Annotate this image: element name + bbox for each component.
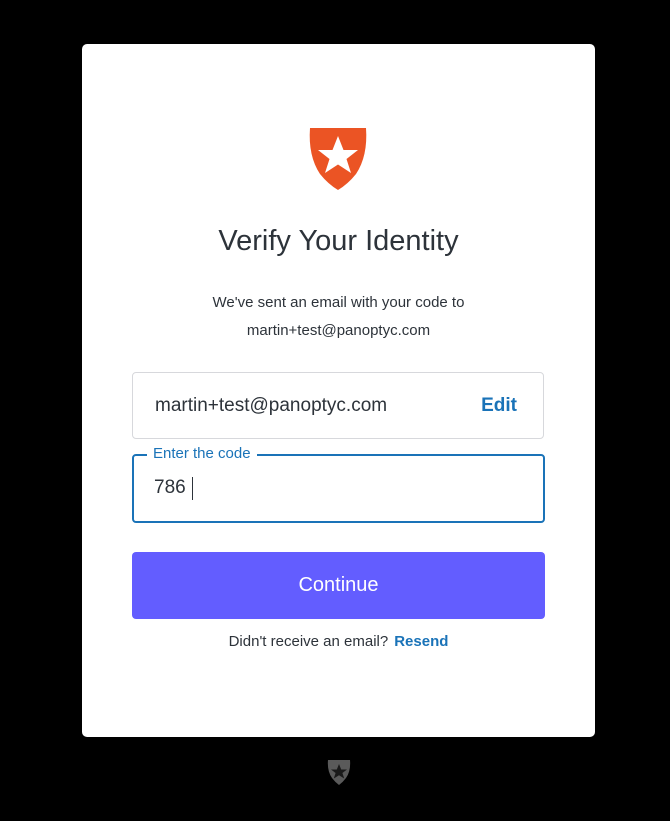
code-field[interactable]: Enter the code: [132, 445, 545, 523]
continue-button[interactable]: Continue: [132, 552, 545, 619]
code-field-label: Enter the code: [147, 445, 257, 463]
edit-email-link[interactable]: Edit: [481, 395, 517, 417]
page-title: Verify Your Identity: [218, 225, 459, 257]
verify-card: Verify Your Identity We've sent an email…: [82, 44, 595, 737]
resend-link[interactable]: Resend: [394, 633, 448, 650]
email-value: martin+test@panoptyc.com: [155, 394, 388, 416]
subtitle-email: martin+test@panoptyc.com: [246, 322, 431, 339]
subtitle: We've sent an email with your code to ma…: [82, 289, 595, 345]
subtitle-line: We've sent an email with your code to: [212, 294, 465, 311]
email-display-box: martin+test@panoptyc.com Edit: [132, 372, 544, 439]
auth0-shield-star-icon: [309, 128, 367, 190]
resend-prompt: Didn't receive an email?: [228, 633, 389, 650]
resend-row: Didn't receive an email? Resend: [82, 633, 595, 650]
text-caret: [192, 477, 193, 500]
auth0-shield-icon: [327, 760, 351, 785]
code-input[interactable]: [154, 474, 514, 502]
page: Verify Your Identity We've sent an email…: [0, 0, 670, 821]
